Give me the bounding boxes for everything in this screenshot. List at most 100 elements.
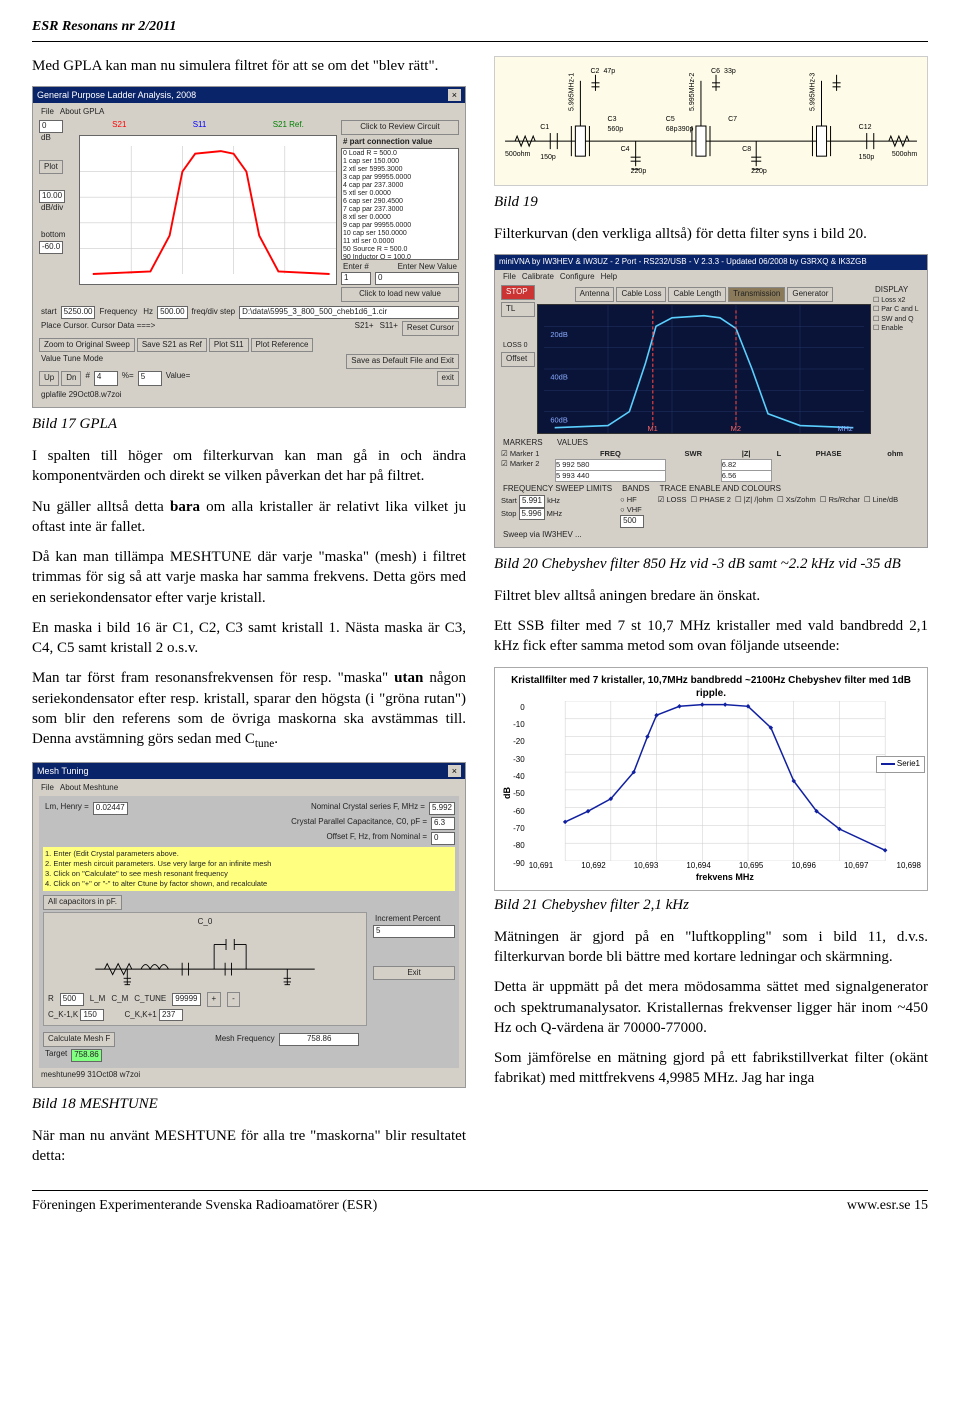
svg-text:220p: 220p [751,168,767,175]
mode-generator[interactable]: Generator [787,287,833,302]
stop-button[interactable]: STOP [501,285,535,300]
s21p-label: S21+ [353,321,376,336]
f-input[interactable]: 5.992 [429,802,455,815]
mode-transmission[interactable]: Transmission [728,287,785,302]
dn-button[interactable]: Dn [61,371,81,386]
inc-label: Increment Percent [373,914,442,925]
step-4: 4. Click on "+" or "-" to alter Ctune by… [45,879,453,889]
start-input[interactable]: 5250.00 [61,306,96,319]
dbdiv-label: dB/div [39,203,65,214]
ck2-input[interactable]: 237 [159,1009,183,1022]
fsl-label: FREQUENCY SWEEP LIMITS [501,484,614,495]
vna-start-input[interactable]: 5.991 [519,495,545,508]
meshtune-filename: meshtune99 31Oct08 w7zoi [39,1070,142,1081]
right-column: 500ohm C1150p C247p C3560p 220pC4 5.995M… [494,56,928,1177]
plot-ref-button[interactable]: Plot Reference [251,338,314,353]
up-button[interactable]: Up [39,371,59,386]
minus-button[interactable]: - [227,992,240,1007]
svg-text:40dB: 40dB [550,372,567,381]
step-input[interactable]: 500.00 [157,306,187,319]
menu-about[interactable]: About GPLA [58,107,106,118]
caption-17: Bild 17 GPLA [32,414,466,434]
marker2-label[interactable]: Marker 2 [510,459,540,468]
exit-button[interactable]: exit [437,371,459,386]
close-icon[interactable]: × [448,765,461,777]
exit-button[interactable]: Exit [373,966,455,981]
bottom-input[interactable]: -60.0 [39,241,63,254]
cd-input[interactable]: 6.3 [431,817,455,830]
vt-num-input[interactable]: 4 [94,371,118,386]
plot-button[interactable]: Plot [39,160,63,175]
lm-input[interactable]: 0.02447 [93,802,128,815]
review-circuit-button[interactable]: Click to Review Circuit [341,120,459,135]
samples-input[interactable]: 500 [620,515,644,528]
tl-button[interactable]: TL [501,302,535,317]
mode-cablelength[interactable]: Cable Length [668,287,726,302]
load-new-value-button[interactable]: Click to load new value [341,287,459,302]
mk2-z: 6.56 [721,470,771,481]
hz-label: Hz [141,307,155,318]
svg-text:C1: C1 [540,124,549,131]
right-p5: Detta är uppmätt på det mera mödosamma s… [494,977,928,1038]
para-1: I spalten till höger om filterkurvan kan… [32,446,466,487]
parts-list: 0 Load R = 500.01 cap ser 150.0002 xtl s… [341,148,459,260]
menu-file[interactable]: File [39,107,56,118]
save-exit-button[interactable]: Save as Default File and Exit [346,354,459,369]
two-column-layout: Med GPLA kan man nu simulera filtret för… [32,56,928,1177]
enter-n-input[interactable]: 1 [341,272,371,285]
calculate-button[interactable]: Calculate Mesh F [43,1032,115,1047]
y-axis-label: dB [501,701,513,884]
svg-text:C6: C6 [711,68,720,75]
off-input[interactable]: 0 [431,832,455,845]
save-s21-button[interactable]: Save S21 as Ref [137,338,207,353]
para-2: Nu gäller alltså detta bara om alla kris… [32,497,466,538]
reset-cursor-button[interactable]: Reset Cursor [402,321,459,336]
para-4: En maska i bild 16 är C1, C2, C3 samt kr… [32,618,466,659]
offset-button[interactable]: Offset [501,352,535,367]
marker1-label[interactable]: Marker 1 [510,449,540,458]
publication-header: ESR Resonans nr 2/2011 [32,18,928,37]
target-value[interactable]: 758.86 [71,1049,101,1062]
intro-paragraph: Med GPLA kan man nu simulera filtret för… [32,56,466,76]
chart-legend: Serie1 [876,756,925,773]
vt-pct-input[interactable]: 5 [138,371,162,386]
figure-20-minivna-window: miniVNA by IW3HEV & IW3UZ - 2 Port - RS2… [494,254,928,547]
svg-text:M2: M2 [731,424,741,433]
dbdiv-input[interactable]: 10.00 [39,190,65,203]
menu-file[interactable]: File [39,783,56,794]
menu-calibrate[interactable]: Calibrate [520,272,556,283]
zoom-button[interactable]: Zoom to Original Sweep [39,338,135,353]
menu-help[interactable]: Help [599,272,619,283]
caption-21: Bild 21 Chebyshev filter 2,1 kHz [494,895,928,915]
bands-label: BANDS [620,484,652,495]
r-input[interactable]: 500 [60,993,84,1006]
vna-stop-input[interactable]: 5.996 [519,508,545,521]
lm-label: Lm, Henry = [43,802,91,815]
svg-text:C12: C12 [859,124,872,131]
menu-file[interactable]: File [501,272,518,283]
plus-button[interactable]: + [207,992,222,1007]
header-divider [32,41,928,42]
th-swr: SWR [665,449,721,460]
menu-about[interactable]: About Meshtune [58,783,120,794]
num-sym: # [83,371,91,386]
plot-s11-button[interactable]: Plot S11 [209,338,249,353]
svg-text:C5: C5 [666,116,675,123]
ck1-input[interactable]: 150 [80,1009,104,1022]
f-label: Nominal Crystal series F, MHz = [309,802,427,815]
enter-val-input[interactable]: 0 [375,272,459,285]
ctune-input[interactable]: 99999 [172,993,200,1006]
top-db-input[interactable]: 0 [39,120,63,133]
db-label: dB [39,133,53,144]
pct-sym: %= [120,371,136,386]
vna-chart: 20dB 40dB 60dB M1 M2 MHz [537,304,871,434]
svg-text:500ohm: 500ohm [892,151,918,158]
filepath-field: D:\data\5995_3_800_500_cheb1d6_1.cir [239,306,459,319]
inc-input[interactable]: 5 [373,925,455,938]
caption-20: Bild 20 Chebyshev filter 850 Hz vid -3 d… [494,554,928,574]
close-icon[interactable]: × [448,89,461,101]
mode-antenna[interactable]: Antenna [575,287,615,302]
trace-enable-label: TRACE ENABLE AND COLOURS [658,484,783,495]
mode-cableloss[interactable]: Cable Loss [616,287,666,302]
menu-configure[interactable]: Configure [558,272,597,283]
